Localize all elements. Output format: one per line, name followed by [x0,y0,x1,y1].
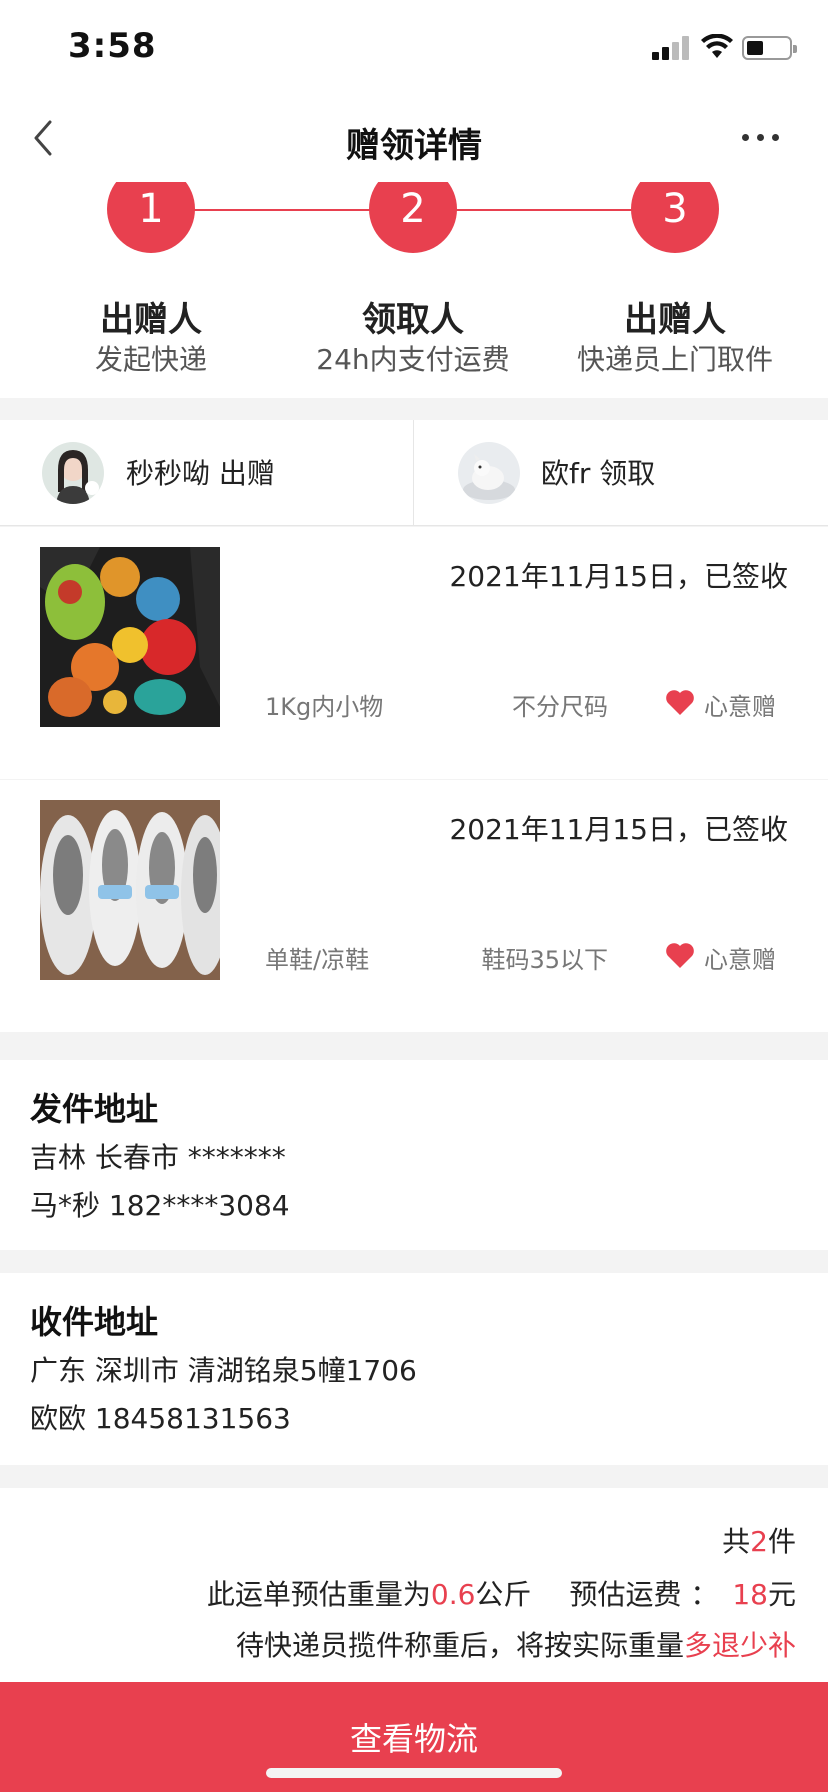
page-title: 赠领详情 [346,126,482,166]
participants-bar: 秒秒呦 出赠 欧fr 领取 [0,420,828,526]
sender-address-card: 发件地址 吉林 长春市 ******* 马*秒 182****3084 [0,1060,828,1250]
gift-item[interactable]: 2021年11月15日，已签收 1Kg内小物 不分尺码 心意赠 [0,527,828,779]
receiver-avatar[interactable] [458,442,520,504]
giver-avatar[interactable] [42,442,104,504]
view-logistics-label: 查看物流 [349,1720,478,1758]
item-size: 不分尺码 [512,693,608,721]
battery-icon [742,36,797,60]
item-category: 单鞋/凉鞋 [265,946,370,974]
sender-address-title: 发件地址 [30,1090,159,1128]
heart-icon [666,943,694,968]
more-options-icon[interactable] [742,134,782,144]
item-count-value: 2 [750,1525,768,1558]
estimated-weight: 0.6 [430,1578,476,1611]
estimated-fee: 18 [732,1578,768,1611]
step-2-circle: 2 [369,182,457,253]
gift-item[interactable]: 2021年11月15日，已签收 单鞋/凉鞋 鞋码35以下 心意赠 [0,780,828,1032]
divider [413,420,414,526]
item-photo-shoes [40,800,220,980]
item-date-status: 2021年11月15日，已签收 [449,560,788,593]
item-count: 共2件 [722,1525,796,1558]
sender-contact: 马*秒 182****3084 [30,1189,290,1222]
heart-icon [666,690,694,715]
item-size: 鞋码35以下 [481,946,608,974]
weight-fee-line: 此运单预估重量为0.6公斤 预估运费 ： 18元 [206,1578,796,1611]
recipient-address-card: 收件地址 广东 深圳市 清湖铭泉5幢1706 欧欧 18458131563 [0,1273,828,1465]
view-logistics-button[interactable]: 查看物流 [0,1682,828,1792]
wifi-icon [701,34,733,58]
refund-note: 待快递员揽件称重后，将按实际重量多退少补 [235,1629,796,1662]
step-3-circle: 3 [631,182,719,253]
item-category: 1Kg内小物 [265,693,384,721]
step-1-subtitle: 发起快递 [94,343,207,376]
recipient-region: 广东 深圳市 清湖铭泉5幢1706 [30,1354,417,1387]
item-date-status: 2021年11月15日，已签收 [449,813,788,846]
progress-steps: 1 2 3 出赠人 领取人 出赠人 发起快递 24h内支付运费 快递员上门取件 [0,182,828,398]
step-2-subtitle: 24h内支付运费 [316,343,510,376]
refund-note-highlight: 多退少补 [683,1629,796,1662]
receiver-label: 欧fr 领取 [541,457,656,490]
nav-bar: 赠领详情 [0,92,828,182]
status-bar: 3:58 [0,0,828,92]
step-1-circle: 1 [107,182,195,253]
shipping-summary: 共2件 此运单预估重量为0.6公斤 预估运费 ： 18元 待快递员揽件称重后，将按实… [0,1488,828,1682]
sender-region: 吉林 长春市 ******* [30,1141,286,1174]
item-photo-toys [40,547,220,727]
status-time: 3:58 [68,26,157,66]
step-1-title: 出赠人 [100,300,202,340]
recipient-address-title: 收件地址 [30,1303,159,1341]
gift-type-label: 心意赠 [704,946,776,974]
recipient-contact: 欧欧 18458131563 [30,1402,291,1435]
giver-label: 秒秒呦 出赠 [126,457,275,490]
cellular-signal-icon [652,36,690,60]
step-2-title: 领取人 [362,300,464,340]
step-3-title: 出赠人 [624,300,726,340]
home-indicator [266,1768,562,1778]
step-3-subtitle: 快递员上门取件 [576,343,773,376]
gift-type-label: 心意赠 [704,693,776,721]
